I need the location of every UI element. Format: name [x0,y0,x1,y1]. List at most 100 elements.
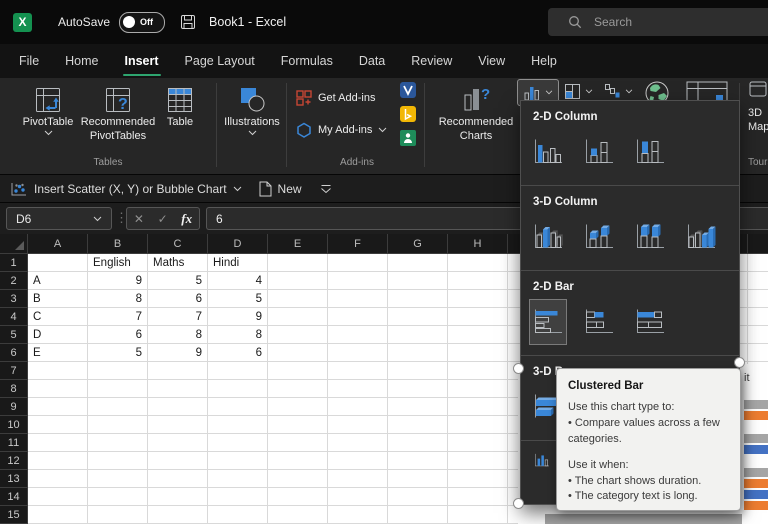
cell-B12[interactable] [88,452,148,470]
chart-type-clustered-bar[interactable] [529,299,567,345]
search-input[interactable] [592,14,746,30]
tab-insert[interactable]: Insert [112,44,172,78]
bing-addin-icon[interactable] [400,106,416,122]
cell-D9[interactable] [208,398,268,416]
cell-E5[interactable] [268,326,328,344]
table-button[interactable]: Table [152,81,208,130]
cell-G10[interactable] [388,416,448,434]
recommended-pivottables-button[interactable]: ? Recommended PivotTables [79,81,157,144]
cell-C15[interactable] [148,506,208,524]
cell-F7[interactable] [328,362,388,380]
cell-E6[interactable] [268,344,328,362]
cell-A13[interactable] [28,470,88,488]
my-addins-button[interactable]: My Add-ins [296,120,387,140]
cell-A6[interactable]: E [28,344,88,362]
autosave-toggle[interactable]: Off [119,12,165,33]
cell-H12[interactable] [448,452,508,470]
cell-C14[interactable] [148,488,208,506]
cell-B9[interactable] [88,398,148,416]
cell-F2[interactable] [328,272,388,290]
cell-G12[interactable] [388,452,448,470]
cell-G14[interactable] [388,488,448,506]
cell-E3[interactable] [268,290,328,308]
tab-home[interactable]: Home [52,44,111,78]
cell-H10[interactable] [448,416,508,434]
new-button[interactable]: New [278,182,302,196]
cell-F1[interactable] [328,254,388,272]
cell[interactable] [748,308,768,326]
cell-D15[interactable] [208,506,268,524]
row-header-11[interactable]: 11 [0,434,28,452]
cell-G11[interactable] [388,434,448,452]
cell-D6[interactable]: 6 [208,344,268,362]
search-box[interactable] [548,8,768,36]
row-header-13[interactable]: 13 [0,470,28,488]
cell-D10[interactable] [208,416,268,434]
cell-F6[interactable] [328,344,388,362]
cell-C10[interactable] [148,416,208,434]
cell-C11[interactable] [148,434,208,452]
tab-data[interactable]: Data [346,44,398,78]
cell[interactable] [748,344,768,362]
cell-H3[interactable] [448,290,508,308]
cell-C2[interactable]: 5 [148,272,208,290]
tab-page-layout[interactable]: Page Layout [172,44,268,78]
cell-C9[interactable] [148,398,208,416]
cell-B1[interactable]: English [88,254,148,272]
cell-E9[interactable] [268,398,328,416]
cell-G4[interactable] [388,308,448,326]
cell-E15[interactable] [268,506,328,524]
cell-A12[interactable] [28,452,88,470]
chart-type-3d-stacked-column[interactable] [580,214,618,260]
save-icon[interactable] [180,14,196,30]
cell-C6[interactable]: 9 [148,344,208,362]
cell-G5[interactable] [388,326,448,344]
chart-type-3d-clustered-column[interactable] [529,214,567,260]
cell-H14[interactable] [448,488,508,506]
cell-A2[interactable]: A [28,272,88,290]
cell-B11[interactable] [88,434,148,452]
name-box[interactable]: D6 [6,207,112,230]
cell-A5[interactable]: D [28,326,88,344]
people-graph-addin-icon[interactable] [400,130,416,146]
cell-F13[interactable] [328,470,388,488]
cell-C4[interactable]: 7 [148,308,208,326]
cell-H15[interactable] [448,506,508,524]
cell-F15[interactable] [328,506,388,524]
cell-G8[interactable] [388,380,448,398]
cell-F9[interactable] [328,398,388,416]
cell-A14[interactable] [28,488,88,506]
cell-D1[interactable]: Hindi [208,254,268,272]
row-header-3[interactable]: 3 [0,290,28,308]
cell-C1[interactable]: Maths [148,254,208,272]
row-header-8[interactable]: 8 [0,380,28,398]
recommended-charts-button[interactable]: ? Recommended Charts [432,81,520,144]
cell[interactable] [748,290,768,308]
cell-F4[interactable] [328,308,388,326]
customize-qat-icon[interactable] [320,184,332,195]
select-all-corner[interactable] [0,234,28,254]
cell-D11[interactable] [208,434,268,452]
cell-E8[interactable] [268,380,328,398]
cell-C5[interactable]: 8 [148,326,208,344]
cell-C3[interactable]: 6 [148,290,208,308]
row-header-9[interactable]: 9 [0,398,28,416]
tab-formulas[interactable]: Formulas [268,44,346,78]
cell-C8[interactable] [148,380,208,398]
cell-F8[interactable] [328,380,388,398]
cell-A11[interactable] [28,434,88,452]
cell-A10[interactable] [28,416,88,434]
selection-handle[interactable] [734,357,745,368]
cell-C13[interactable] [148,470,208,488]
cell-A7[interactable] [28,362,88,380]
cell-G1[interactable] [388,254,448,272]
cell-E1[interactable] [268,254,328,272]
row-header-10[interactable]: 10 [0,416,28,434]
cell-B3[interactable]: 8 [88,290,148,308]
chart-type-stacked-bar[interactable] [580,299,618,345]
cell-A4[interactable]: C [28,308,88,326]
cell-B4[interactable]: 7 [88,308,148,326]
chevron-down-icon[interactable] [233,186,242,192]
insert-function-icon[interactable]: fx [181,211,192,227]
col-header-D[interactable]: D [208,234,268,254]
